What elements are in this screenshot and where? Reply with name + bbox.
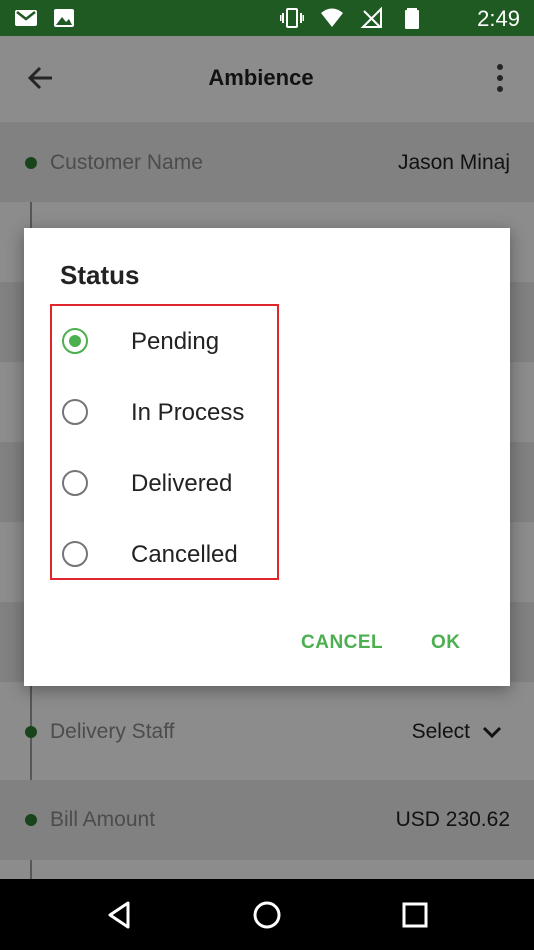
vibrate-icon xyxy=(280,8,304,28)
radio-unchecked-icon[interactable] xyxy=(62,470,88,496)
radio-unchecked-icon[interactable] xyxy=(62,541,88,567)
image-icon xyxy=(54,9,74,27)
back-triangle-icon[interactable] xyxy=(103,899,135,931)
cancel-button[interactable]: CANCEL xyxy=(301,632,383,654)
option-delivered[interactable]: Delivered xyxy=(60,460,280,510)
navigation-bar xyxy=(0,879,534,950)
dialog-title: Status xyxy=(60,260,140,290)
option-label: Pending xyxy=(131,328,220,355)
wifi-icon xyxy=(321,8,343,27)
ok-button[interactable]: OK xyxy=(431,632,461,654)
option-label: Cancelled xyxy=(131,541,238,568)
status-bar: 2:49 xyxy=(0,0,534,36)
home-circle-icon[interactable] xyxy=(251,899,283,931)
option-label: Delivered xyxy=(131,470,233,497)
no-signal-icon xyxy=(360,7,382,28)
gmail-icon xyxy=(15,10,37,26)
radio-unchecked-icon[interactable] xyxy=(62,399,88,425)
option-label: In Process xyxy=(131,399,245,426)
option-in-process[interactable]: In Process xyxy=(60,389,280,439)
radio-checked-icon[interactable] xyxy=(62,328,88,354)
battery-icon xyxy=(405,8,419,29)
status-time: 2:49 xyxy=(477,6,520,31)
recents-square-icon[interactable] xyxy=(399,899,431,931)
option-cancelled[interactable]: Cancelled xyxy=(60,531,280,581)
status-dialog: Status Pending In Process Delivered Canc… xyxy=(24,228,510,686)
option-pending[interactable]: Pending xyxy=(60,318,280,368)
